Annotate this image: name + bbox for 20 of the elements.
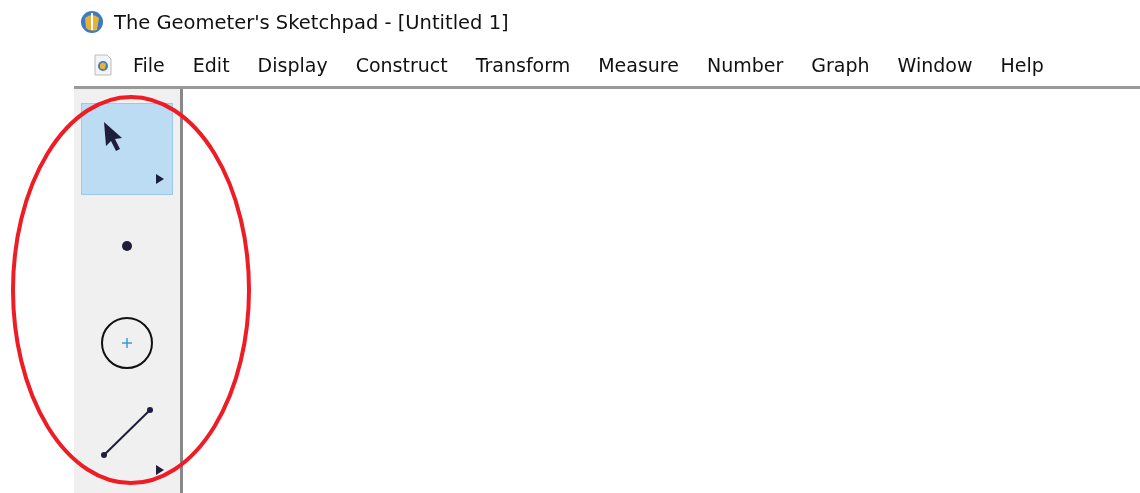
caret-icon — [156, 174, 164, 184]
caret-icon — [156, 465, 164, 475]
menu-item[interactable]: Graph — [799, 54, 882, 76]
compass-circle-icon — [101, 317, 153, 369]
menu-item[interactable]: Number — [694, 54, 796, 76]
window-title: The Geometer's Sketchpad - [Untitled 1] — [114, 10, 509, 34]
tool-button[interactable] — [81, 103, 173, 195]
menu-item[interactable]: Edit — [180, 54, 242, 76]
point-icon — [122, 241, 132, 251]
menu-item[interactable]: Construct — [343, 54, 460, 76]
menu-item[interactable]: Window — [885, 54, 985, 76]
menu-item[interactable]: Help — [988, 54, 1056, 76]
menu-item[interactable]: File — [121, 54, 177, 76]
menu-item[interactable]: Display — [245, 54, 340, 76]
menu-item[interactable]: Measure — [586, 54, 691, 76]
select-arrow-icon — [104, 122, 122, 151]
menu-item[interactable]: Transform — [463, 54, 583, 76]
segment-icon — [101, 407, 153, 458]
document-icon[interactable] — [93, 54, 113, 76]
app-logo-icon — [80, 10, 104, 34]
